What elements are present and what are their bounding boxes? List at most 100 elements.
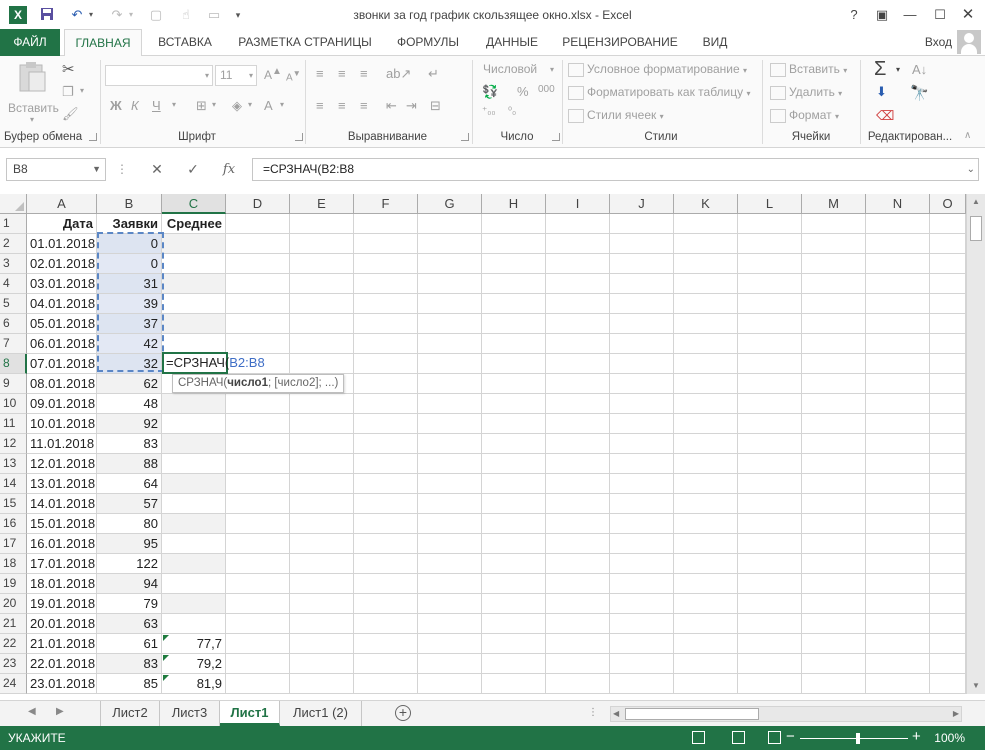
grid-cell[interactable] xyxy=(610,454,674,474)
grid-cell[interactable] xyxy=(546,554,610,574)
new-file-icon[interactable]: ▢ xyxy=(148,7,164,23)
close-icon[interactable]: ✕ xyxy=(956,4,980,26)
average-cell[interactable] xyxy=(162,274,226,294)
grid-cell[interactable] xyxy=(738,554,802,574)
grid-cell[interactable] xyxy=(354,554,418,574)
grid-cell[interactable] xyxy=(546,474,610,494)
grid-cell[interactable] xyxy=(546,594,610,614)
grid-cell[interactable] xyxy=(738,494,802,514)
grid-cell[interactable] xyxy=(610,294,674,314)
grid-cell[interactable] xyxy=(610,354,674,374)
value-cell[interactable]: 0 xyxy=(97,234,162,254)
grid-cell[interactable] xyxy=(674,314,738,334)
undo-dropdown-icon[interactable]: ▾ xyxy=(86,7,96,23)
grid-cell[interactable] xyxy=(930,214,966,234)
grid-cell[interactable] xyxy=(610,654,674,674)
grid-cell[interactable] xyxy=(290,514,354,534)
date-cell[interactable]: 14.01.2018 xyxy=(27,494,97,514)
grid-cell[interactable] xyxy=(866,454,930,474)
grid-cell[interactable] xyxy=(290,394,354,414)
grid-cell[interactable] xyxy=(226,514,290,534)
grid-cell[interactable] xyxy=(482,594,546,614)
grid-cell[interactable] xyxy=(674,614,738,634)
grid-cell[interactable] xyxy=(930,554,966,574)
grid-cell[interactable] xyxy=(354,474,418,494)
grid-cell[interactable] xyxy=(418,574,482,594)
grid-cell[interactable] xyxy=(226,674,290,694)
wrap-text-icon[interactable]: ↵ xyxy=(428,66,439,82)
grid-cell[interactable] xyxy=(482,674,546,694)
grid-cell[interactable] xyxy=(802,534,866,554)
bold-button[interactable]: Ж xyxy=(110,98,122,113)
grid-cell[interactable] xyxy=(674,434,738,454)
grid-cell[interactable] xyxy=(290,314,354,334)
grid-cell[interactable] xyxy=(546,274,610,294)
grid-cell[interactable] xyxy=(802,394,866,414)
grid-cell[interactable] xyxy=(482,614,546,634)
grid-cell[interactable] xyxy=(354,614,418,634)
add-sheet-button[interactable]: + xyxy=(395,705,411,721)
grid-cell[interactable] xyxy=(610,334,674,354)
tab-review[interactable]: РЕЦЕНЗИРОВАНИЕ xyxy=(556,29,684,56)
next-sheet-icon[interactable]: ▶ xyxy=(56,706,64,717)
grid-cell[interactable] xyxy=(610,514,674,534)
row-header[interactable]: 15 xyxy=(0,494,27,514)
horizontal-scroll-thumb[interactable] xyxy=(625,708,759,720)
grid-cell[interactable] xyxy=(226,254,290,274)
date-cell[interactable]: 20.01.2018 xyxy=(27,614,97,634)
grid-cell[interactable] xyxy=(354,654,418,674)
vertical-scrollbar[interactable]: ▲ ▼ xyxy=(966,194,985,694)
grid-cell[interactable] xyxy=(674,274,738,294)
grid-cell[interactable] xyxy=(354,334,418,354)
date-cell[interactable]: 23.01.2018 xyxy=(27,674,97,694)
row-header[interactable]: 21 xyxy=(0,614,27,634)
grid-cell[interactable] xyxy=(930,354,966,374)
grid-cell[interactable] xyxy=(290,494,354,514)
grid-cell[interactable] xyxy=(354,434,418,454)
tab-data[interactable]: ДАННЫЕ xyxy=(478,29,546,56)
grid-cell[interactable] xyxy=(802,214,866,234)
grid-cell[interactable] xyxy=(866,574,930,594)
grid-cell[interactable] xyxy=(290,634,354,654)
customize-toolbar-icon[interactable]: ▾ xyxy=(232,7,244,23)
value-cell[interactable]: 37 xyxy=(97,314,162,334)
grid-cell[interactable] xyxy=(866,294,930,314)
column-header-n[interactable]: N xyxy=(866,194,930,214)
column-header-a[interactable]: A xyxy=(27,194,97,214)
clipboard-launcher-icon[interactable] xyxy=(89,133,97,141)
date-cell[interactable]: 06.01.2018 xyxy=(27,334,97,354)
grid-cell[interactable] xyxy=(738,414,802,434)
grid-cell[interactable] xyxy=(546,414,610,434)
grid-cell[interactable] xyxy=(866,214,930,234)
number-format-select[interactable]: Числовой ▾ xyxy=(478,59,558,80)
grid-cell[interactable] xyxy=(738,434,802,454)
align-left-icon[interactable]: ≡ xyxy=(316,98,324,113)
grid-cell[interactable] xyxy=(354,534,418,554)
grid-cell[interactable] xyxy=(866,414,930,434)
row-header[interactable]: 5 xyxy=(0,294,27,314)
format-cells-button[interactable]: Формат ▾ xyxy=(770,108,839,123)
grid-cell[interactable] xyxy=(802,654,866,674)
grid-cell[interactable] xyxy=(610,374,674,394)
grid-cell[interactable] xyxy=(226,334,290,354)
grid-cell[interactable] xyxy=(738,654,802,674)
decrease-decimal-icon[interactable]: ⁰₀ xyxy=(508,106,516,117)
grid-cell[interactable] xyxy=(418,254,482,274)
grid-cell[interactable] xyxy=(354,354,418,374)
average-cell[interactable] xyxy=(162,414,226,434)
grid-cell[interactable] xyxy=(482,554,546,574)
grid-cell[interactable] xyxy=(930,574,966,594)
grid-cell[interactable] xyxy=(482,294,546,314)
maximize-icon[interactable]: ☐ xyxy=(928,4,952,26)
row-header[interactable]: 18 xyxy=(0,554,27,574)
grid-cell[interactable] xyxy=(482,234,546,254)
grid-cell[interactable] xyxy=(290,674,354,694)
row-header[interactable]: 8 xyxy=(0,354,27,374)
function-tooltip[interactable]: СРЗНАЧ(число1; [число2]; ...) xyxy=(172,374,345,393)
grid-cell[interactable] xyxy=(546,674,610,694)
grid-cell[interactable] xyxy=(610,554,674,574)
grid-cell[interactable] xyxy=(674,254,738,274)
grid-cell[interactable] xyxy=(226,534,290,554)
grid-cell[interactable] xyxy=(930,594,966,614)
grid-cell[interactable] xyxy=(546,394,610,414)
